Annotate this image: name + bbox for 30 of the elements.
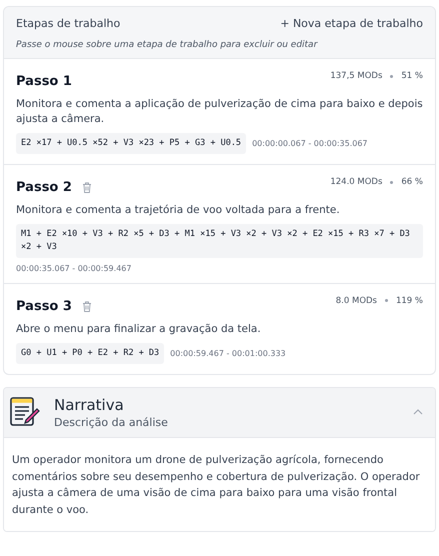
section-title: Etapas de trabalho [16, 17, 120, 30]
step-description: Abre o menu para finalizar a gravação da tela. [16, 322, 262, 337]
step-description: Monitora e comenta a aplicação de pulverização de cima para baixo e depois ajusta a câmera. [16, 97, 423, 128]
notepad-pencil-icon [10, 397, 40, 428]
mods-value: 124.0 MODs [330, 177, 382, 188]
narrative-subtitle: Descrição da análise [54, 416, 169, 429]
time-range: 00:00:00.067 - 00:00:35.067 [252, 139, 368, 148]
chevron-icon[interactable] [413, 409, 423, 416]
code-sequence: E2 ×17 + U0.5 ×52 + V3 ×23 + P5 + G3 + U0.5 [16, 133, 246, 154]
time-range: 00:00:35.067 - 00:00:59.467 [16, 264, 132, 273]
step-title: Passo 1 [16, 74, 72, 89]
step-description: Monitora e comenta a trajetória de voo voltada para a frente. [16, 203, 341, 218]
mods-value: 137,5 MODs [330, 71, 382, 81]
separator-dot [390, 180, 394, 184]
trash-icon[interactable] [82, 182, 92, 194]
hint-text: Passe o mouse sobre uma etapa de trabalho para excluir ou editar [16, 40, 319, 50]
percent-value: 66 % [401, 177, 423, 188]
step-title: Passo 3 [16, 298, 72, 314]
new-step-button[interactable]: + Nova etapa de trabalho [280, 17, 423, 30]
trash-icon[interactable] [82, 300, 92, 312]
time-range: 00:00:59.467 - 00:01:00.333 [170, 349, 286, 358]
separator-dot [384, 299, 388, 302]
code-sequence: M1 + E2 ×10 + V3 + R2 ×5 + D3 + M1 ×15 + V3 ×2 + V3 ×2 + E2 ×15 + R3 ×7 + D3 ×2 + V3 [16, 224, 423, 258]
narrative-title: Narrativa [54, 396, 125, 414]
percent-value: 119 % [396, 296, 423, 306]
code-sequence: G0 + U1 + P0 + E2 + R2 + D3 [16, 343, 164, 364]
percent-value: 51 % [401, 71, 423, 81]
separator-dot [390, 74, 394, 78]
step-title: Passo 2 [16, 180, 72, 196]
mods-value: 8.0 MODs [336, 296, 377, 306]
